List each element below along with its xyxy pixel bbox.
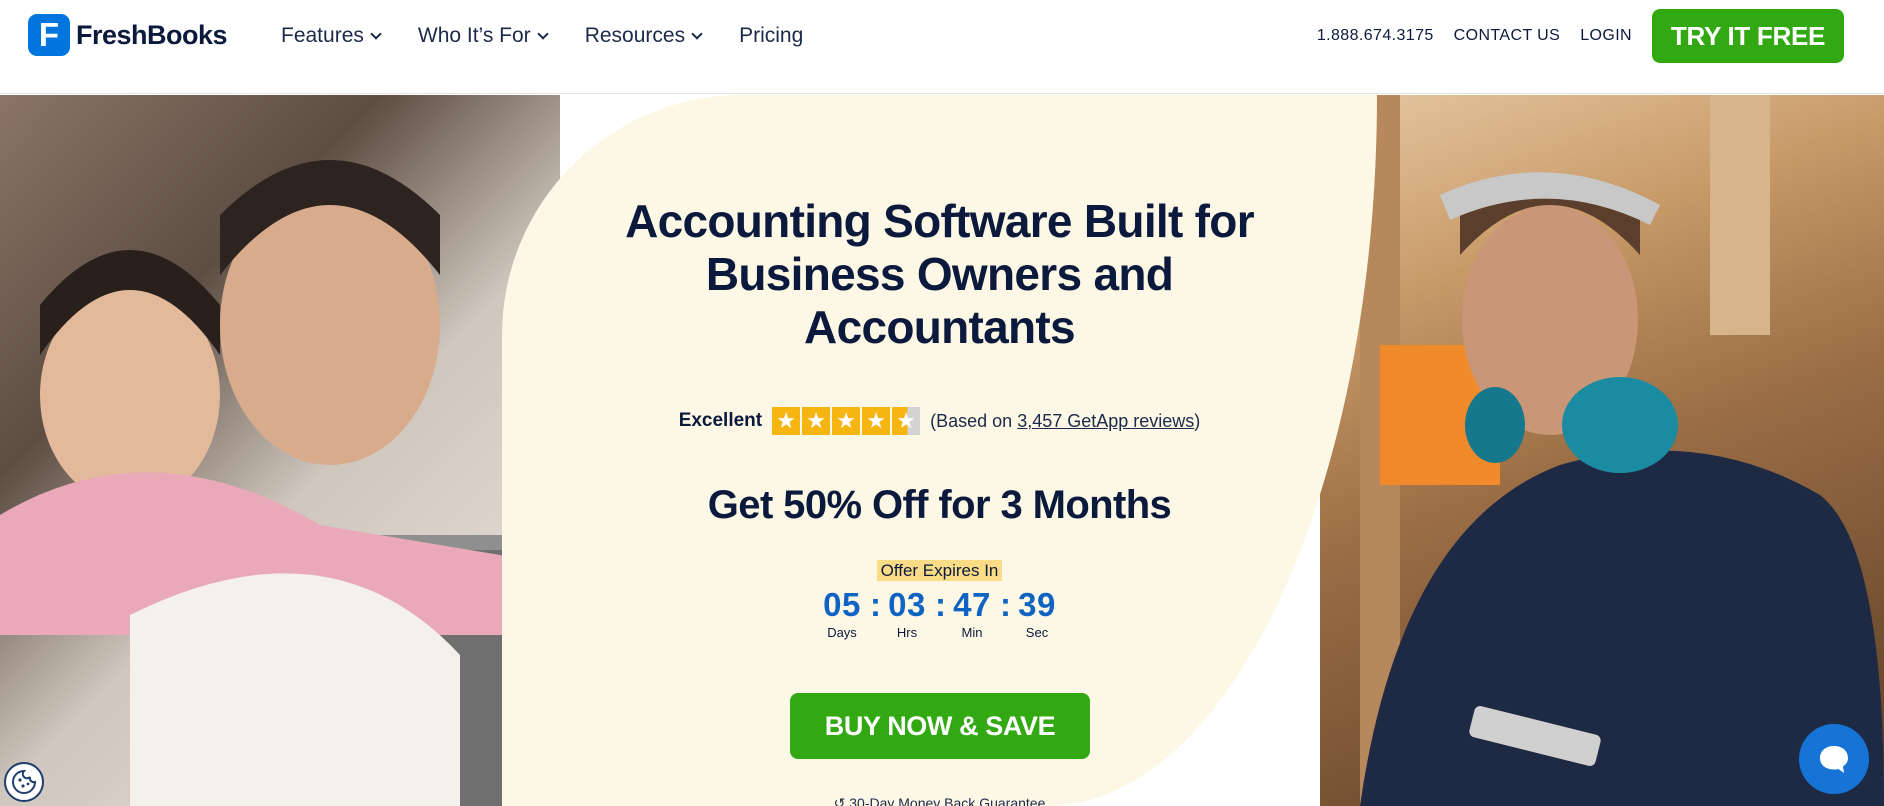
logo-text: FreshBooks [76, 19, 228, 50]
nav-who-its-for-label: Who It’s For [417, 24, 531, 47]
chat-launcher-button[interactable] [1799, 724, 1869, 794]
try-it-free-button[interactable]: TRY IT FREE [1652, 9, 1844, 63]
countdown-timer: 05 Days : 03 Hrs : 47 Min : 39 Sec [502, 585, 1377, 641]
countdown-minutes-label: Min [961, 625, 983, 640]
logo-letter: F [38, 16, 60, 53]
chevron-down-icon [537, 27, 549, 40]
cookie-icon [12, 769, 37, 794]
guarantee-icon: ↺ [833, 795, 850, 806]
hero-section: Accounting Software Built for Business O… [0, 95, 1884, 806]
star-rating: ★ ★ ★ ★ ★ [772, 407, 921, 435]
countdown-days-value: 05 [823, 586, 861, 623]
chevron-down-icon [691, 27, 703, 40]
login-link[interactable]: LOGIN [1580, 27, 1632, 45]
countdown-seconds-value: 39 [1018, 586, 1056, 623]
countdown-separator: : [870, 586, 881, 623]
freshbooks-logo[interactable]: F FreshBooks [28, 14, 228, 56]
phone-number-link[interactable]: 1.888.674.3175 [1317, 27, 1434, 45]
countdown-separator: : [935, 586, 946, 623]
countdown-separator: : [1000, 586, 1011, 623]
nav-pricing[interactable]: Pricing [739, 24, 803, 48]
guarantee-text: 30-Day Money Back Guarantee [849, 795, 1046, 806]
nav-pricing-label: Pricing [739, 24, 804, 47]
countdown-hours: 03 Hrs [879, 585, 935, 641]
nav-who-its-for[interactable]: Who It’s For [417, 24, 549, 48]
star-icon: ★ [772, 407, 801, 435]
countdown-hours-value: 03 [888, 586, 926, 623]
buy-now-save-button[interactable]: BUY NOW & SAVE [790, 693, 1090, 759]
header-actions: 1.888.674.3175 CONTACT US LOGIN TRY IT F… [1317, 0, 1844, 72]
countdown-minutes-value: 47 [953, 586, 991, 623]
star-icon: ★ [862, 407, 891, 435]
nav-resources-label: Resources [584, 24, 686, 47]
countdown-hours-label: Hrs [896, 625, 918, 640]
offer-title: Get 50% Off for 3 Months [707, 483, 1172, 527]
hero-photo-right-illustration [1360, 95, 1884, 806]
reviews-prefix: (Based on [930, 410, 1018, 431]
main-nav: Features Who It’s For Resources Pricing [281, 0, 841, 72]
hero-headline-line-2: Business Owners and [705, 248, 1174, 300]
contact-us-link[interactable]: CONTACT US [1454, 27, 1561, 45]
hero-headline: Accounting Software Built for Business O… [502, 195, 1377, 354]
reviews-suffix: ) [1194, 410, 1201, 431]
star-icon: ★ [832, 407, 861, 435]
half-star-icon: ★ [892, 407, 921, 435]
rating-label: Excellent [678, 410, 763, 431]
chevron-down-icon [370, 27, 382, 40]
money-back-guarantee: ↺ 30-Day Money Back Guarantee [502, 795, 1377, 806]
hero-headline-line-3: Accountants [804, 301, 1076, 353]
nav-features[interactable]: Features [281, 24, 382, 48]
hero-photo-mother-daughter [0, 95, 570, 806]
freshbooks-logo-icon: F [28, 14, 70, 56]
site-header: F FreshBooks Features Who It’s For Resou… [0, 0, 1884, 94]
hero-photo-left-illustration [0, 160, 570, 806]
chat-bubble-icon [1820, 746, 1848, 773]
hero-photo-craftsman [1320, 95, 1884, 806]
countdown-seconds: 39 Sec [1009, 585, 1065, 641]
hero-promo-panel: Accounting Software Built for Business O… [502, 95, 1377, 806]
countdown-minutes: 47 Min [944, 585, 1000, 641]
star-icon: ★ [802, 407, 831, 435]
hero-headline-line-1: Accounting Software Built for [625, 195, 1255, 247]
rating-row: Excellent ★ ★ ★ ★ ★ (Based on 3,457 GetA… [502, 407, 1377, 435]
countdown-days-label: Days [827, 625, 857, 640]
nav-resources[interactable]: Resources [584, 24, 703, 48]
getapp-reviews-link[interactable]: 3,457 GetApp reviews [1017, 411, 1194, 431]
nav-features-label: Features [281, 24, 364, 47]
offer-expires-label: Offer Expires In [876, 560, 1003, 581]
cookie-settings-button[interactable] [4, 762, 44, 802]
offer-expires: Offer Expires In [502, 560, 1377, 581]
countdown-seconds-label: Sec [1025, 625, 1049, 640]
countdown-days: 05 Days [814, 585, 870, 641]
reviews-text: (Based on 3,457 GetApp reviews) [930, 411, 1200, 432]
